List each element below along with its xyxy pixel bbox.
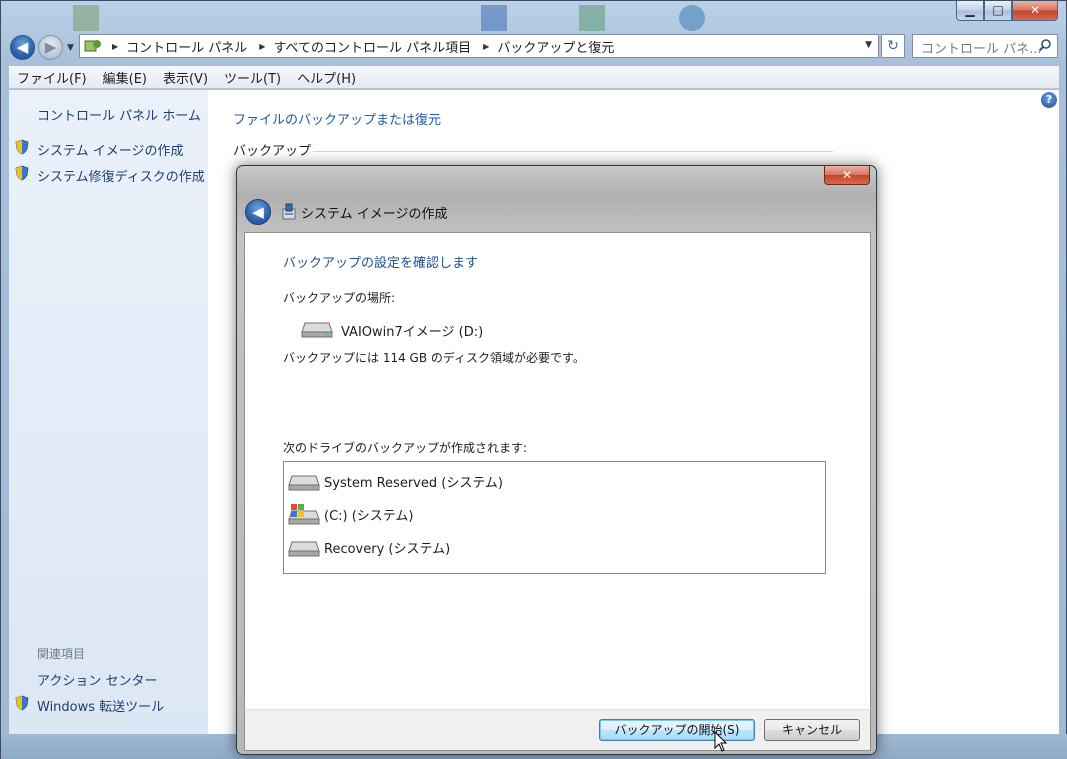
- search-placeholder: コントロール パネ...: [921, 42, 1042, 57]
- related-heading: 関連項目: [37, 647, 86, 661]
- list-item: (C:) (システム): [288, 503, 414, 525]
- uac-shield-icon: [15, 139, 29, 155]
- uac-shield-icon: [15, 695, 29, 711]
- menu-file[interactable]: ファイル(F): [9, 68, 95, 87]
- menu-help[interactable]: ヘルプ(H): [289, 68, 364, 87]
- windows-drive-icon: [288, 504, 320, 525]
- drive-label: (C:) (システム): [324, 508, 414, 524]
- background-app-icon: [481, 5, 507, 31]
- breadcrumb-backup-restore[interactable]: バックアップと復元: [497, 37, 614, 56]
- refresh-button[interactable]: ↻: [881, 34, 905, 58]
- create-system-image-dialog: ✕ ◀ システム イメージの作成 バックアップの設定を確認します バックアップの…: [236, 165, 877, 755]
- dialog-footer: バックアップの開始(S) キャンセル: [244, 709, 871, 751]
- minimize-button[interactable]: ▁: [956, 1, 984, 21]
- menu-view[interactable]: 表示(V): [155, 68, 216, 87]
- address-dropdown-icon[interactable]: ▼: [865, 40, 872, 50]
- section-divider: [313, 151, 833, 152]
- required-space-text: バックアップには 114 GB のディスク領域が必要です。: [283, 351, 585, 365]
- hard-drive-icon: [288, 475, 320, 491]
- sidebar-item-control-panel-home[interactable]: コントロール パネル ホーム: [37, 105, 201, 124]
- list-item: Recovery (システム): [288, 537, 450, 557]
- drives-list-label: 次のドライブのバックアップが作成されます:: [283, 441, 528, 455]
- hard-drive-icon: [301, 322, 333, 338]
- system-image-icon: [282, 203, 296, 220]
- back-button[interactable]: ◀: [10, 35, 35, 60]
- sidebar-item-action-center[interactable]: アクション センター: [37, 670, 157, 689]
- background-app-icon: [579, 5, 605, 31]
- backup-location-drive: VAIOwin7イメージ (D:): [341, 325, 484, 340]
- breadcrumb-arrow-icon[interactable]: ▶: [259, 42, 265, 51]
- dialog-close-button[interactable]: ✕: [824, 166, 870, 185]
- backup-section-heading: バックアップ: [233, 144, 312, 159]
- backup-location-label: バックアップの場所:: [283, 291, 396, 305]
- backup-restore-files-link[interactable]: ファイルのバックアップまたは復元: [233, 109, 441, 128]
- sidebar-item-create-repair-disc[interactable]: システム修復ディスクの作成: [37, 166, 205, 185]
- menu-edit[interactable]: 編集(E): [95, 68, 155, 87]
- list-item: System Reserved (システム): [288, 471, 503, 491]
- sidebar-item-create-system-image[interactable]: システム イメージの作成: [37, 140, 183, 159]
- sidebar-item-windows-easy-transfer[interactable]: Windows 転送ツール: [37, 696, 164, 715]
- menu-tools[interactable]: ツール(T): [216, 68, 289, 87]
- search-icon[interactable]: [1038, 38, 1052, 52]
- close-button[interactable]: ✕: [1012, 1, 1058, 21]
- navigation-bar: ◀ ▶ ▼ ▶ コントロール パネル ▶ すべてのコントロール パネル項目 ▶ …: [1, 31, 1066, 63]
- drives-list: System Reserved (システム) (C:) (システム) Recov…: [283, 461, 826, 574]
- background-app-icon: [679, 5, 705, 31]
- control-panel-icon: [84, 40, 101, 52]
- breadcrumb-all-items[interactable]: すべてのコントロール パネル項目: [273, 37, 471, 56]
- dialog-title: システム イメージの作成: [301, 207, 448, 222]
- breadcrumb-control-panel[interactable]: コントロール パネル: [126, 37, 247, 56]
- address-bar[interactable]: ▶ コントロール パネル ▶ すべてのコントロール パネル項目 ▶ バックアップ…: [79, 34, 879, 58]
- menu-bar: ファイル(F) 編集(E) 表示(V) ツール(T) ヘルプ(H): [9, 66, 1059, 89]
- confirm-settings-heading: バックアップの設定を確認します: [283, 256, 479, 271]
- cancel-button[interactable]: キャンセル: [764, 719, 860, 741]
- mouse-cursor-icon: [714, 731, 728, 752]
- recent-pages-dropdown-icon[interactable]: ▼: [67, 43, 74, 53]
- breadcrumb-arrow-icon[interactable]: ▶: [483, 42, 489, 51]
- window-caption-buttons: ▁ □ ✕: [956, 1, 1058, 21]
- maximize-button[interactable]: □: [984, 1, 1012, 21]
- forward-button[interactable]: ▶: [38, 35, 63, 60]
- background-app-icon: [73, 5, 99, 31]
- uac-shield-icon: [15, 165, 29, 181]
- hard-drive-icon: [288, 541, 320, 557]
- dialog-body: バックアップの設定を確認します バックアップの場所: VAIOwin7イメージ …: [244, 232, 871, 709]
- drive-label: System Reserved (システム): [324, 475, 504, 491]
- task-sidebar: コントロール パネル ホーム システム イメージの作成 システム修復ディスクの作…: [9, 90, 208, 734]
- breadcrumb-arrow-icon[interactable]: ▶: [112, 42, 118, 51]
- search-input[interactable]: コントロール パネ...: [912, 34, 1058, 58]
- start-backup-button[interactable]: バックアップの開始(S): [599, 719, 755, 741]
- drive-label: Recovery (システム): [324, 541, 451, 557]
- help-icon[interactable]: ?: [1041, 92, 1057, 108]
- dialog-back-button[interactable]: ◀: [245, 199, 271, 225]
